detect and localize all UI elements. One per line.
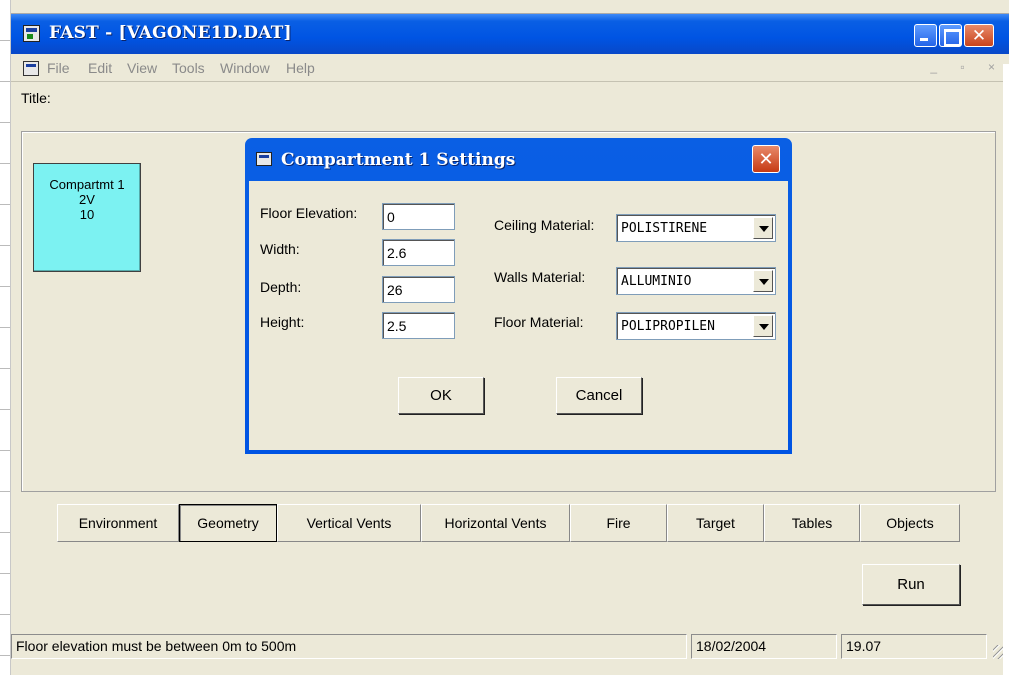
dialog-title: Compartment 1 Settings <box>281 150 516 170</box>
app-icon[interactable] <box>23 25 40 42</box>
status-date: 18/02/2004 <box>691 634 837 659</box>
run-button[interactable]: Run <box>862 564 960 605</box>
height-field[interactable]: 2.5 <box>382 312 455 339</box>
dialog-icon <box>256 152 272 166</box>
ceiling-material-value: POLISTIRENE <box>621 221 708 236</box>
width-field[interactable]: 2.6 <box>382 239 455 266</box>
depth-label: Depth: <box>260 279 302 295</box>
floor-elevation-label: Floor Elevation: <box>260 205 358 221</box>
menu-bar: File Edit View Tools Window Help _ ▫ × <box>11 54 1009 82</box>
width-label: Width: <box>260 241 300 257</box>
depth-field[interactable]: 26 <box>382 276 455 303</box>
walls-material-select[interactable]: ALLUMINIO <box>616 267 776 295</box>
ceiling-material-label: Ceiling Material: <box>494 217 595 233</box>
tab-objects[interactable]: Objects <box>860 504 960 542</box>
tab-vertical-vents[interactable]: Vertical Vents <box>277 504 421 542</box>
close-icon: ✕ <box>758 149 774 169</box>
tab-horizontal-vents[interactable]: Horizontal Vents <box>421 504 570 542</box>
floor-material-value: POLIPROPILEN <box>621 319 715 334</box>
menu-tools[interactable]: Tools <box>172 60 205 76</box>
minimize-button[interactable] <box>914 24 937 47</box>
floor-material-select[interactable]: POLIPROPILEN <box>616 312 776 340</box>
title-label: Title: <box>21 90 51 106</box>
background-window-edge <box>0 0 11 675</box>
ok-button[interactable]: OK <box>398 377 484 414</box>
floor-material-label: Floor Material: <box>494 314 584 330</box>
status-time: 19.07 <box>841 634 987 659</box>
tab-environment[interactable]: Environment <box>57 504 179 542</box>
status-bar: Floor elevation must be between 0m to 50… <box>11 632 1009 661</box>
tab-fire[interactable]: Fire <box>570 504 667 542</box>
maximize-button[interactable] <box>939 24 962 47</box>
compartment-line-3: 10 <box>79 207 95 222</box>
menu-file[interactable]: File <box>47 60 70 76</box>
tab-geometry[interactable]: Geometry <box>179 504 277 542</box>
mdi-window-buttons[interactable]: _ ▫ × <box>930 60 1005 74</box>
compartment-settings-dialog: Compartment 1 Settings ✕ Floor Elevation… <box>245 138 792 454</box>
background-window-edge-right <box>1003 64 1009 675</box>
dialog-title-bar[interactable]: Compartment 1 Settings ✕ <box>245 138 792 181</box>
cancel-button[interactable]: Cancel <box>556 377 642 414</box>
compartment-line-2: 2V <box>79 192 95 207</box>
chevron-down-icon[interactable] <box>753 217 773 239</box>
menu-edit[interactable]: Edit <box>88 60 112 76</box>
floor-elevation-field[interactable]: 0 <box>382 203 455 230</box>
tab-target[interactable]: Target <box>667 504 764 542</box>
compartment-name: Compartmt 1 <box>49 177 125 192</box>
ceiling-material-select[interactable]: POLISTIRENE <box>616 214 776 242</box>
status-message: Floor elevation must be between 0m to 50… <box>11 634 687 659</box>
menu-help[interactable]: Help <box>286 60 315 76</box>
title-bar[interactable]: FAST - [VAGONE1D.DAT] ✕ <box>11 14 1009 54</box>
chevron-down-icon[interactable] <box>753 270 773 292</box>
background-window-strip <box>0 0 1009 14</box>
close-button[interactable]: ✕ <box>964 24 994 47</box>
document-icon[interactable] <box>23 61 39 76</box>
menu-window[interactable]: Window <box>220 60 270 76</box>
tab-tables[interactable]: Tables <box>764 504 860 542</box>
close-icon: ✕ <box>971 26 987 45</box>
menu-view[interactable]: View <box>127 60 157 76</box>
height-label: Height: <box>260 314 305 330</box>
compartment-box[interactable]: Compartmt 1 2V 10 <box>33 163 141 272</box>
chevron-down-icon[interactable] <box>753 315 773 337</box>
walls-material-label: Walls Material: <box>494 269 586 285</box>
walls-material-value: ALLUMINIO <box>621 274 692 289</box>
dialog-body: Floor Elevation: 0 Width: 2.6 Depth: 26 … <box>249 181 788 450</box>
window-title: FAST - [VAGONE1D.DAT] <box>49 23 292 43</box>
dialog-close-button[interactable]: ✕ <box>752 145 780 173</box>
